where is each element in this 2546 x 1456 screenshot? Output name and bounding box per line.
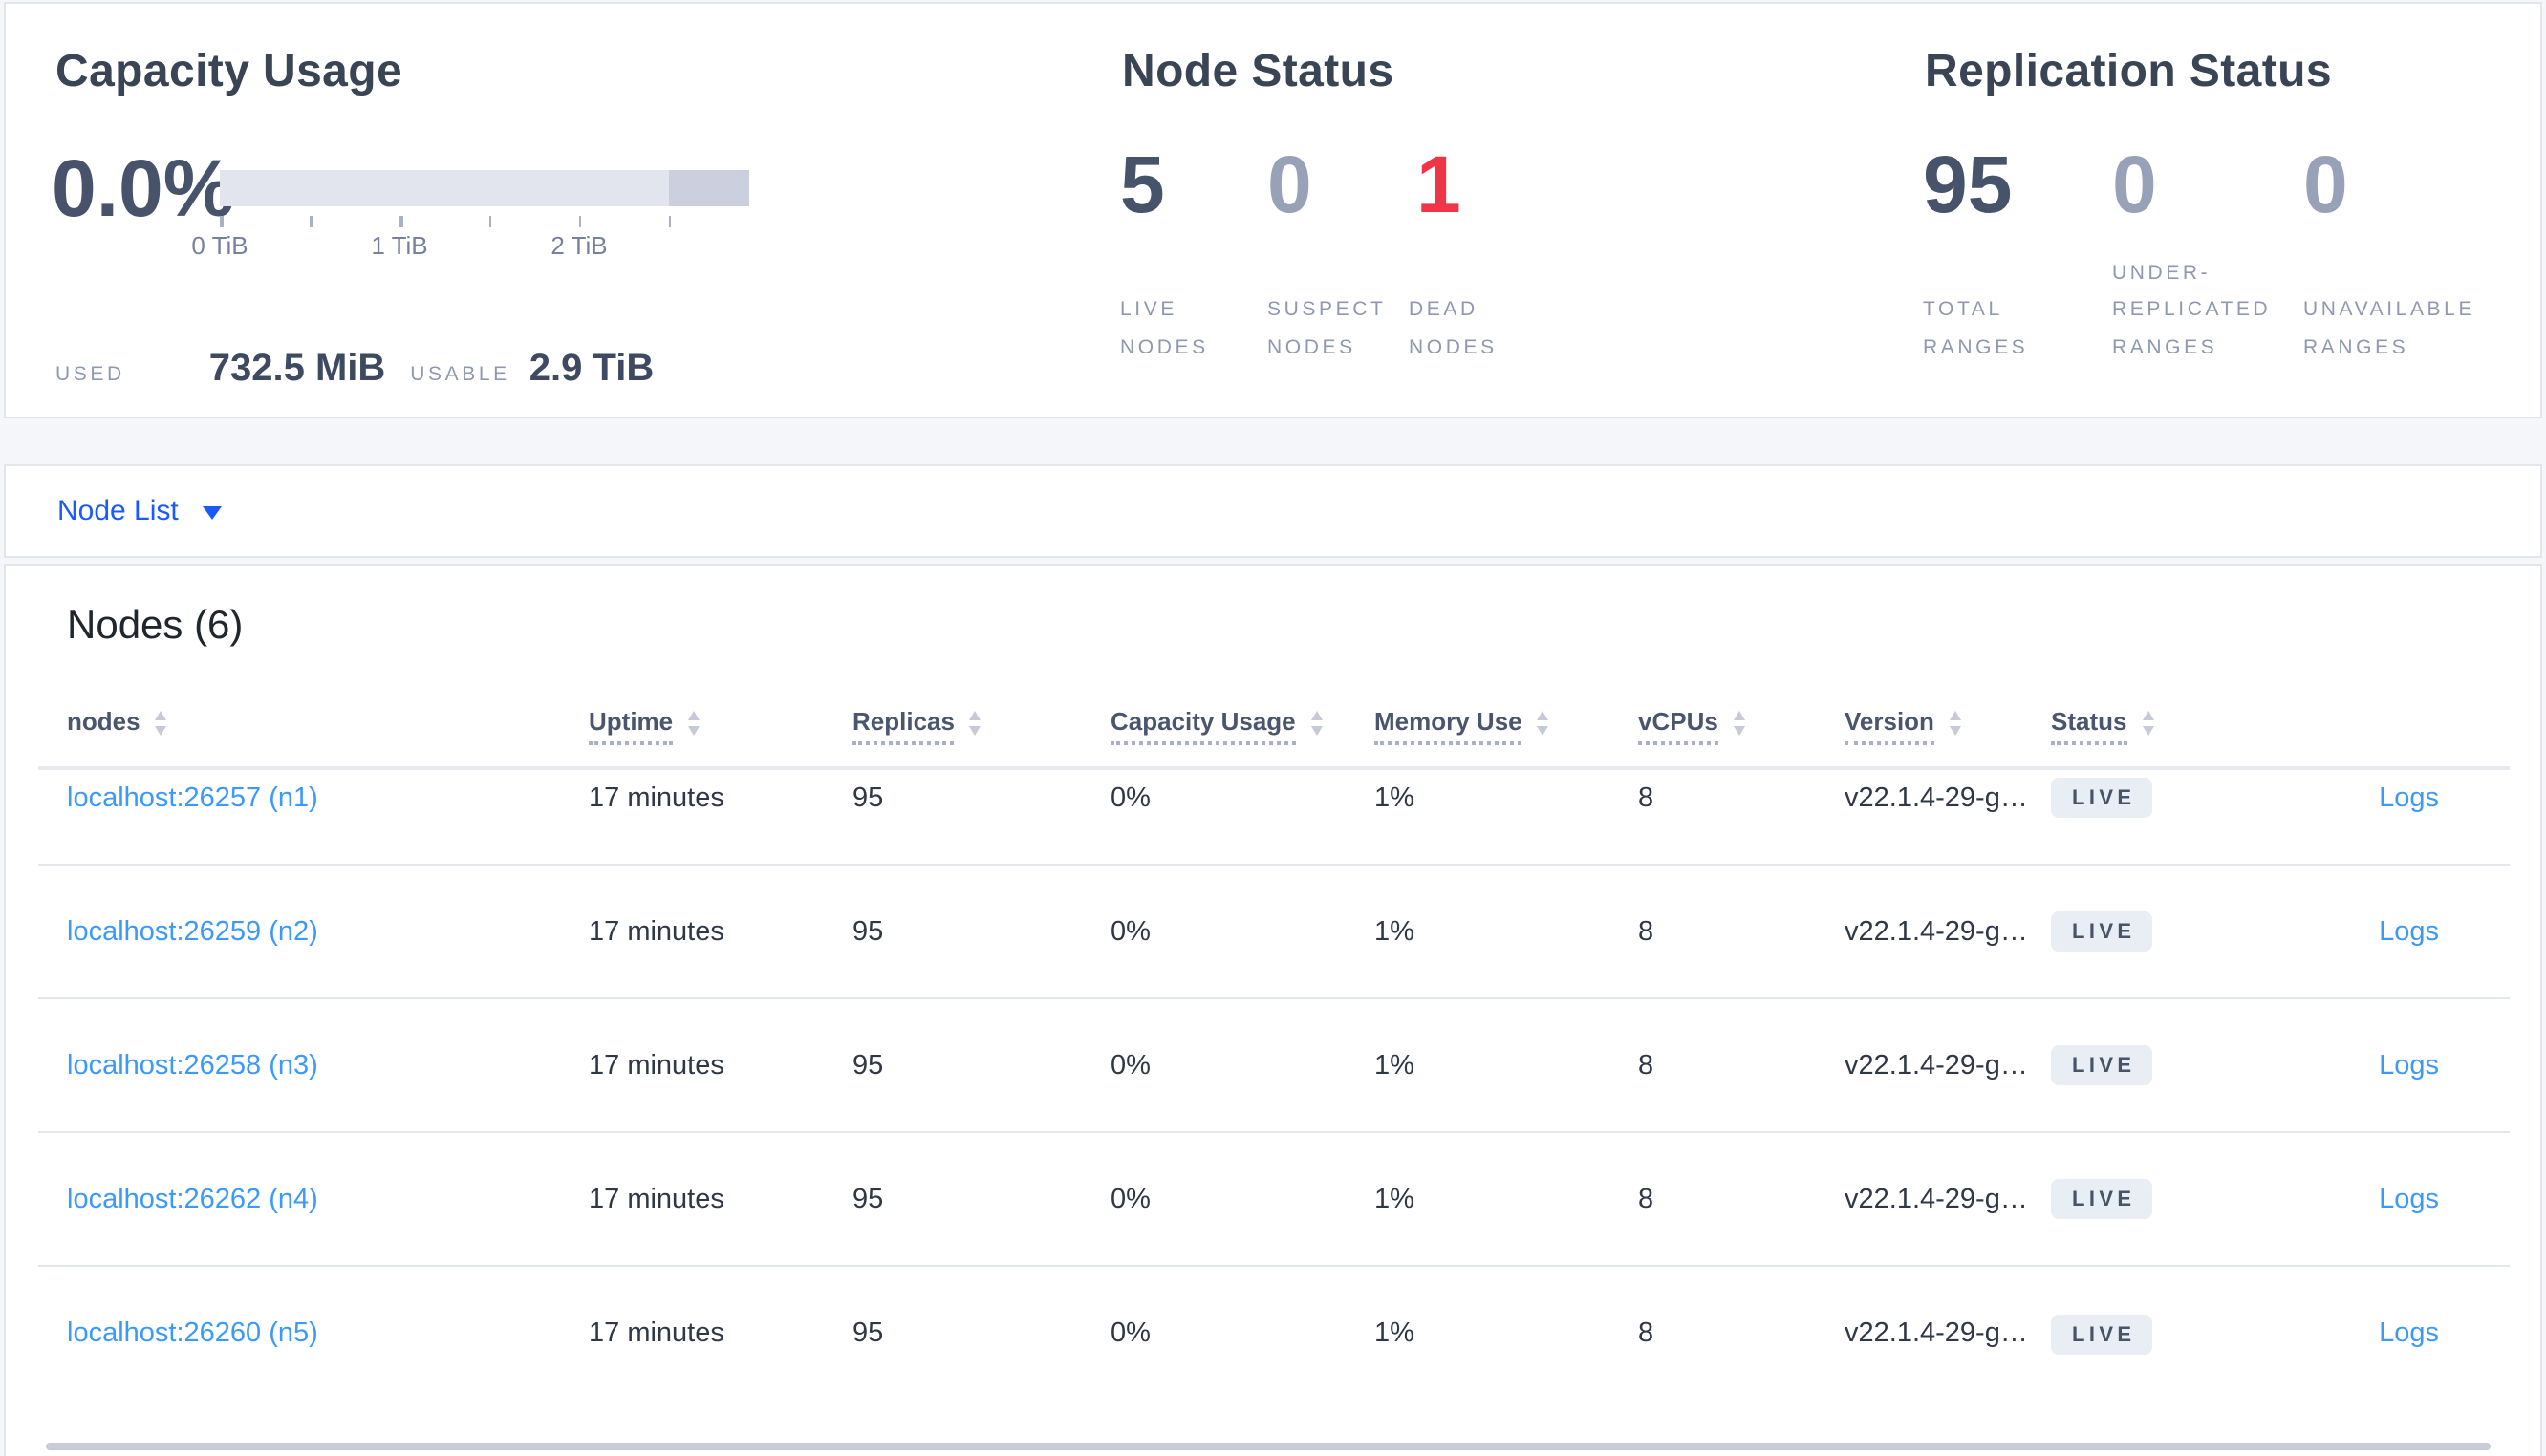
- version-cell: v22.1.4-29-g…: [1845, 1318, 2028, 1349]
- uptime-cell: 17 minutes: [589, 1184, 724, 1214]
- node-link[interactable]: localhost:26260 (n5): [67, 1318, 318, 1349]
- logs-link[interactable]: Logs: [2379, 1318, 2439, 1349]
- memory-use-cell: 1%: [1374, 782, 1414, 813]
- capacity-used-usable-row: USED 732.5 MiB USABLE 2.9 TiB: [55, 348, 654, 392]
- capacity-usage-cell: 0%: [1111, 1184, 1151, 1214]
- suspect-nodes-label: SUSPECT NODES: [1267, 298, 1387, 359]
- under-replicated-ranges-value: 0: [2112, 139, 2157, 229]
- status-badge: LIVE: [2051, 1314, 2153, 1354]
- status-badge: LIVE: [2051, 911, 2153, 952]
- uptime-cell: 17 minutes: [589, 782, 724, 813]
- caret-down-icon: [203, 506, 223, 520]
- live-nodes-value: 5: [1120, 139, 1165, 229]
- capacity-usage-bar-usable-segment: [220, 170, 669, 206]
- replicas-cell: 95: [852, 1318, 884, 1349]
- version-cell: v22.1.4-29-g…: [1845, 916, 2028, 947]
- capacity-usage-bar: [220, 170, 749, 206]
- logs-link[interactable]: Logs: [2379, 1184, 2439, 1214]
- dead-nodes-label: DEAD NODES: [1409, 298, 1498, 359]
- version-cell: v22.1.4-29-g…: [1845, 1050, 2028, 1081]
- replicas-cell: 95: [852, 916, 884, 947]
- logs-link[interactable]: Logs: [2379, 916, 2439, 947]
- logs-link[interactable]: Logs: [2379, 1050, 2439, 1081]
- horizontal-scrollbar[interactable]: [46, 1443, 2491, 1449]
- dead-nodes-value: 1: [1416, 139, 1461, 229]
- total-ranges-label: TOTAL RANGES: [1923, 298, 2029, 359]
- node-link[interactable]: localhost:26259 (n2): [67, 916, 318, 947]
- usable-label: USABLE: [410, 363, 510, 386]
- status-badge: LIVE: [2051, 778, 2153, 818]
- nodes-table-card: Nodes (6) nodes Uptime Replicas Capacity…: [4, 564, 2542, 1456]
- table-row: localhost:26257 (n1) 17 minutes 95 0% 1%…: [38, 732, 2510, 866]
- memory-use-cell: 1%: [1374, 1184, 1414, 1214]
- unavailable-ranges-value: 0: [2303, 139, 2348, 229]
- uptime-cell: 17 minutes: [589, 1050, 724, 1081]
- capacity-usage-cell: 0%: [1111, 1050, 1151, 1081]
- node-status-title: Node Status: [1122, 46, 1394, 97]
- capacity-used-percent: 0.0%: [52, 143, 235, 233]
- vcpus-cell: 8: [1638, 1318, 1654, 1349]
- vcpus-cell: 8: [1638, 916, 1654, 947]
- axis-label-1tib: 1 TiB: [371, 231, 428, 260]
- replication-status-title: Replication Status: [1925, 46, 2332, 97]
- node-link[interactable]: localhost:26258 (n3): [67, 1050, 318, 1081]
- status-badge: LIVE: [2051, 1179, 2153, 1219]
- replicas-cell: 95: [852, 1050, 884, 1081]
- capacity-usage-cell: 0%: [1111, 916, 1151, 947]
- capacity-usage-cell: 0%: [1111, 782, 1151, 813]
- under-replicated-ranges-label: UNDER-REPLICATED RANGES: [2112, 261, 2272, 359]
- table-row: localhost:26260 (n5) 17 minutes 95 0% 1%…: [38, 1267, 2510, 1401]
- cluster-summary-card: Capacity Usage 0.0% 0 TiB 1 TiB 2 TiB US…: [4, 2, 2542, 418]
- node-list-dropdown[interactable]: Node List: [4, 464, 2542, 558]
- replicas-cell: 95: [852, 782, 884, 813]
- memory-use-cell: 1%: [1374, 1318, 1414, 1349]
- logs-link[interactable]: Logs: [2379, 782, 2439, 813]
- status-badge: LIVE: [2051, 1045, 2153, 1085]
- usable-value: 2.9 TiB: [529, 348, 655, 390]
- nodes-table-body: localhost:26257 (n1) 17 minutes 95 0% 1%…: [38, 732, 2510, 1401]
- cluster-overview-page: Capacity Usage 0.0% 0 TiB 1 TiB 2 TiB US…: [0, 0, 2546, 1456]
- capacity-axis-labels: 0 TiB 1 TiB 2 TiB: [191, 231, 749, 262]
- uptime-cell: 17 minutes: [589, 1318, 724, 1349]
- vcpus-cell: 8: [1638, 1050, 1654, 1081]
- replicas-cell: 95: [852, 1184, 884, 1214]
- used-label: USED: [55, 363, 125, 386]
- vcpus-cell: 8: [1638, 1184, 1654, 1214]
- version-cell: v22.1.4-29-g…: [1845, 782, 2028, 813]
- version-cell: v22.1.4-29-g…: [1845, 1184, 2028, 1214]
- axis-label-2tib: 2 TiB: [550, 231, 608, 260]
- memory-use-cell: 1%: [1374, 1050, 1414, 1081]
- node-link[interactable]: localhost:26262 (n4): [67, 1184, 318, 1214]
- axis-label-0tib: 0 TiB: [191, 231, 248, 260]
- capacity-usage-cell: 0%: [1111, 1318, 1151, 1349]
- table-row: localhost:26262 (n4) 17 minutes 95 0% 1%…: [38, 1133, 2510, 1267]
- memory-use-cell: 1%: [1374, 916, 1414, 947]
- table-row: localhost:26258 (n3) 17 minutes 95 0% 1%…: [38, 999, 2510, 1133]
- vcpus-cell: 8: [1638, 782, 1654, 813]
- used-value: 732.5 MiB: [208, 348, 386, 390]
- suspect-nodes-value: 0: [1267, 139, 1312, 229]
- total-ranges-value: 95: [1923, 139, 2013, 229]
- capacity-usage-title: Capacity Usage: [55, 46, 403, 97]
- uptime-cell: 17 minutes: [589, 916, 724, 947]
- live-nodes-label: LIVE NODES: [1120, 298, 1209, 359]
- nodes-heading: Nodes (6): [67, 604, 244, 648]
- unavailable-ranges-label: UNAVAILABLE RANGES: [2303, 298, 2476, 359]
- capacity-axis-ticks: [220, 216, 749, 227]
- table-row: localhost:26259 (n2) 17 minutes 95 0% 1%…: [38, 866, 2510, 999]
- node-list-dropdown-label: Node List: [57, 495, 179, 527]
- node-link[interactable]: localhost:26257 (n1): [67, 782, 318, 813]
